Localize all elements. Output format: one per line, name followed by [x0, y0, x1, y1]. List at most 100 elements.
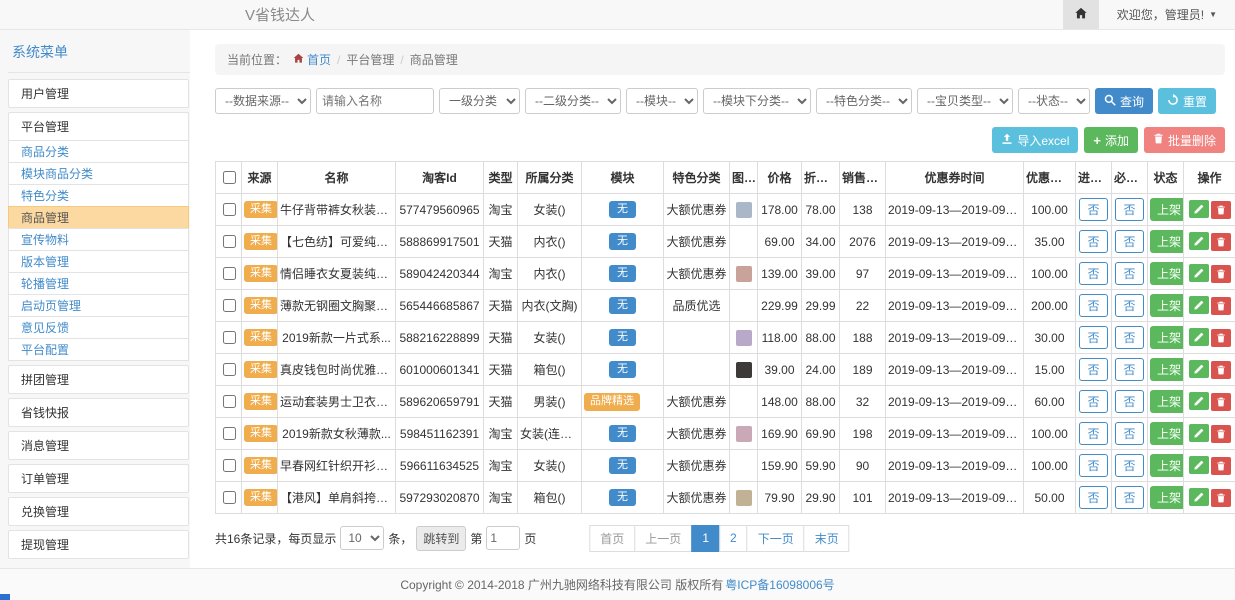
delete-button[interactable] [1211, 457, 1231, 475]
status-button[interactable]: 上架 [1150, 262, 1184, 285]
must-buy-toggle[interactable]: 否 [1115, 326, 1143, 349]
row-checkbox[interactable] [223, 267, 236, 280]
import-select-toggle[interactable]: 否 [1079, 454, 1107, 477]
edit-button[interactable] [1189, 328, 1209, 346]
status-button[interactable]: 上架 [1150, 422, 1184, 445]
must-buy-toggle[interactable]: 否 [1115, 454, 1143, 477]
import-select-toggle[interactable]: 否 [1079, 390, 1107, 413]
jump-button[interactable]: 跳转到 [416, 526, 466, 551]
import-select-toggle[interactable]: 否 [1079, 198, 1107, 221]
delete-button[interactable] [1211, 393, 1231, 411]
must-buy-toggle[interactable]: 否 [1115, 198, 1143, 221]
delete-button[interactable] [1211, 489, 1231, 507]
add-button[interactable]: + 添加 [1084, 127, 1138, 153]
filter-select[interactable]: --模块下分类-- [703, 88, 811, 114]
edit-button[interactable] [1189, 200, 1209, 218]
user-menu[interactable]: 欢迎您，管理员! ▼ [1099, 0, 1235, 29]
must-buy-toggle[interactable]: 否 [1115, 486, 1143, 509]
filter-select[interactable]: 一级分类 [439, 88, 520, 114]
must-buy-toggle[interactable]: 否 [1115, 422, 1143, 445]
row-checkbox[interactable] [223, 331, 236, 344]
page-first-button[interactable]: 首页 [589, 525, 635, 552]
edit-button[interactable] [1189, 456, 1209, 474]
page-number-button[interactable]: 2 [719, 525, 748, 552]
import-select-toggle[interactable]: 否 [1079, 358, 1107, 381]
filter-select[interactable]: --二级分类-- [525, 88, 621, 114]
status-button[interactable]: 上架 [1150, 486, 1184, 509]
edit-button[interactable] [1189, 264, 1209, 282]
per-page-select[interactable]: 10 [340, 526, 384, 550]
sidebar-item-2[interactable]: 商品分类 [8, 140, 189, 163]
row-checkbox[interactable] [223, 235, 236, 248]
status-button[interactable]: 上架 [1150, 326, 1184, 349]
filter-select[interactable]: --模块-- [626, 88, 698, 114]
import-select-toggle[interactable]: 否 [1079, 326, 1107, 349]
sidebar-item-6[interactable]: 宣传物料 [8, 228, 189, 251]
filter-select[interactable]: --状态-- [1018, 88, 1090, 114]
edit-button[interactable] [1189, 296, 1209, 314]
sidebar-item-0[interactable]: 用户管理 [8, 79, 189, 108]
delete-button[interactable] [1211, 425, 1231, 443]
row-checkbox[interactable] [223, 459, 236, 472]
edit-button[interactable] [1189, 360, 1209, 378]
delete-button[interactable] [1211, 329, 1231, 347]
page-prev-button[interactable]: 上一页 [634, 525, 692, 552]
must-buy-toggle[interactable]: 否 [1115, 390, 1143, 413]
row-checkbox[interactable] [223, 491, 236, 504]
status-button[interactable]: 上架 [1150, 198, 1184, 221]
sidebar-item-16[interactable]: 兑换管理 [8, 497, 189, 526]
sidebar-item-8[interactable]: 轮播管理 [8, 272, 189, 295]
delete-button[interactable] [1211, 233, 1231, 251]
page-number-input[interactable] [486, 526, 520, 550]
row-checkbox[interactable] [223, 427, 236, 440]
breadcrumb-item[interactable]: 平台管理 [346, 51, 394, 68]
import-select-toggle[interactable]: 否 [1079, 422, 1107, 445]
reset-button[interactable]: 重置 [1158, 88, 1216, 114]
sidebar-item-9[interactable]: 启动页管理 [8, 294, 189, 317]
edit-button[interactable] [1189, 392, 1209, 410]
edit-button[interactable] [1189, 232, 1209, 250]
row-checkbox[interactable] [223, 395, 236, 408]
row-checkbox[interactable] [223, 299, 236, 312]
edit-button[interactable] [1189, 488, 1209, 506]
icp-link[interactable]: 粤ICP备16098006号 [725, 576, 834, 593]
batch-delete-button[interactable]: 批量删除 [1144, 127, 1225, 153]
sidebar-item-17[interactable]: 提现管理 [8, 530, 189, 559]
status-button[interactable]: 上架 [1150, 454, 1184, 477]
page-number-button[interactable]: 1 [691, 525, 720, 552]
name-search-input[interactable] [316, 88, 434, 114]
import-select-toggle[interactable]: 否 [1079, 262, 1107, 285]
sidebar-item-15[interactable]: 订单管理 [8, 464, 189, 493]
must-buy-toggle[interactable]: 否 [1115, 262, 1143, 285]
sidebar-item-13[interactable]: 省钱快报 [8, 398, 189, 427]
sidebar-item-3[interactable]: 模块商品分类 [8, 162, 189, 185]
row-checkbox[interactable] [223, 363, 236, 376]
delete-button[interactable] [1211, 361, 1231, 379]
breadcrumb-home[interactable]: 首页 [293, 51, 331, 68]
filter-select[interactable]: --特色分类-- [816, 88, 912, 114]
page-last-button[interactable]: 末页 [804, 525, 850, 552]
delete-button[interactable] [1211, 265, 1231, 283]
status-button[interactable]: 上架 [1150, 358, 1184, 381]
filter-select[interactable]: --宝贝类型-- [917, 88, 1013, 114]
sidebar-item-4[interactable]: 特色分类 [8, 184, 189, 207]
must-buy-toggle[interactable]: 否 [1115, 358, 1143, 381]
sidebar-item-12[interactable]: 拼团管理 [8, 365, 189, 394]
status-button[interactable]: 上架 [1150, 390, 1184, 413]
search-button[interactable]: 查询 [1095, 88, 1153, 114]
status-button[interactable]: 上架 [1150, 230, 1184, 253]
home-button[interactable] [1063, 0, 1099, 29]
delete-button[interactable] [1211, 297, 1231, 315]
sidebar-item-14[interactable]: 消息管理 [8, 431, 189, 460]
sidebar-item-7[interactable]: 版本管理 [8, 250, 189, 273]
import-select-toggle[interactable]: 否 [1079, 486, 1107, 509]
row-checkbox[interactable] [223, 203, 236, 216]
must-buy-toggle[interactable]: 否 [1115, 230, 1143, 253]
page-next-button[interactable]: 下一页 [747, 525, 805, 552]
import-select-toggle[interactable]: 否 [1079, 294, 1107, 317]
edit-button[interactable] [1189, 424, 1209, 442]
data-source-select[interactable]: --数据来源-- [215, 88, 311, 114]
sidebar-item-11[interactable]: 平台配置 [8, 338, 189, 361]
select-all-checkbox[interactable] [223, 171, 236, 184]
import-select-toggle[interactable]: 否 [1079, 230, 1107, 253]
